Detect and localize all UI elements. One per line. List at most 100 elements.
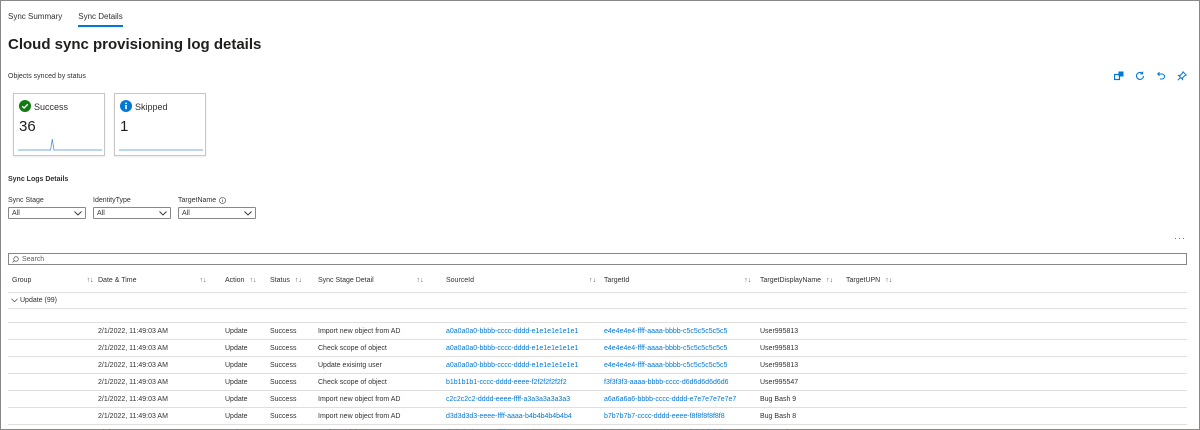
group-toggle[interactable]: Update (99) <box>11 297 57 304</box>
success-tile-label: Success <box>34 102 69 112</box>
cell-action: Update <box>225 328 248 335</box>
filter-bar: Sync Stage All IdentityType All TargetNa… <box>8 197 256 219</box>
cell-target[interactable]: a6a6a6a6-bbbb-cccc-dddd-e7e7e7e7e7e7 <box>604 396 736 403</box>
column-label: TargetUPN <box>846 277 881 284</box>
cell-status: Success <box>270 328 297 335</box>
search-input[interactable]: Search <box>8 253 1187 265</box>
cell-detail: Update exisintg user <box>318 362 382 369</box>
sort-icon[interactable]: ↑↓ <box>295 277 302 284</box>
cell-datetime: 2/1/2022, 11:49:03 AM <box>98 345 168 352</box>
pin-icon[interactable] <box>1176 70 1188 82</box>
table-row[interactable]: 2/1/2022, 11:49:03 AM Update Success Import… <box>8 391 1187 408</box>
cell-target[interactable]: e4e4e4e4-ffff-aaaa-bbbb-c5c5c5c5c5c5 <box>604 328 727 335</box>
cell-status: Success <box>270 345 297 352</box>
cell-status: Success <box>270 379 297 386</box>
filter-identity-type: IdentityType All <box>93 197 171 219</box>
sort-icon[interactable]: ↑↓ <box>200 277 207 284</box>
skipped-sparkline <box>119 149 203 151</box>
success-tile[interactable]: Success 36 <box>13 93 105 156</box>
cell-datetime: 2/1/2022, 11:49:03 AM <box>98 396 168 403</box>
column-label: SourceId <box>446 277 475 284</box>
col-header-date[interactable]: Date & Time ↑↓ <box>98 277 207 284</box>
cell-source[interactable]: b1b1b1b1-cccc-dddd-eeee-f2f2f2f2f2f2 <box>446 379 567 386</box>
share-icon[interactable] <box>1113 70 1125 82</box>
col-header-upn[interactable]: TargetUPN ↑↓ <box>846 277 892 284</box>
tab-bar: Sync Summary Sync Details <box>8 12 123 27</box>
cell-source[interactable]: d3d3d3d3-eeee-ffff-aaaa-b4b4b4b4b4b4 <box>446 413 572 420</box>
cell-action: Update <box>225 362 248 369</box>
identity-type-dropdown[interactable]: All <box>93 207 171 219</box>
cell-datetime: 2/1/2022, 11:49:03 AM <box>98 362 168 369</box>
cell-source[interactable]: a0a0a0a0-bbbb-cccc-dddd-e1e1e1e1e1e1 <box>446 362 578 369</box>
sort-icon[interactable]: ↑↓ <box>885 277 892 284</box>
cell-target[interactable]: e4e4e4e4-ffff-aaaa-bbbb-c5c5c5c5c5c5 <box>604 345 727 352</box>
grid-header: Group ↑↓ Date & Time ↑↓ Action ↑↓ Status ↑↓ … <box>8 270 1187 293</box>
column-label: Status <box>270 277 290 284</box>
info-icon[interactable] <box>219 197 227 204</box>
col-header-group[interactable]: Group ↑↓ <box>12 277 93 284</box>
sort-icon[interactable]: ↑↓ <box>249 277 256 284</box>
sync-stage-dropdown[interactable]: All <box>8 207 86 219</box>
table-row[interactable]: 2/1/2022, 11:49:03 AM Update Success Import… <box>8 408 1187 425</box>
cell-source[interactable]: a0a0a0a0-bbbb-cccc-dddd-e1e1e1e1e1e1 <box>446 345 578 352</box>
cell-action: Update <box>225 413 248 420</box>
tab-sync-details[interactable]: Sync Details <box>78 12 123 27</box>
table-row[interactable]: 2/1/2022, 11:49:03 AM Update Success Check … <box>8 374 1187 391</box>
check-circle-icon <box>19 100 31 114</box>
group-spacer <box>8 309 1187 323</box>
cell-detail: Import new object from AD <box>318 396 401 403</box>
toolbar <box>1113 70 1188 82</box>
col-header-detail[interactable]: Sync Stage Detail ↑↓ <box>318 277 424 284</box>
tab-sync-summary[interactable]: Sync Summary <box>8 12 62 27</box>
group-row: Update (99) <box>8 293 1187 309</box>
col-header-target[interactable]: TargetId ↑↓ <box>604 277 751 284</box>
filter-label: Sync Stage <box>8 197 44 204</box>
chevron-down-icon <box>244 210 252 216</box>
reset-icon[interactable] <box>1155 70 1167 82</box>
sort-icon[interactable]: ↑↓ <box>589 277 596 284</box>
logs-grid: Group ↑↓ Date & Time ↑↓ Action ↑↓ Status ↑↓ … <box>8 270 1187 430</box>
chevron-down-icon <box>74 210 82 216</box>
sort-icon[interactable]: ↑↓ <box>744 277 751 284</box>
more-options-icon[interactable]: ··· <box>1174 233 1186 243</box>
col-header-source[interactable]: SourceId ↑↓ <box>446 277 596 284</box>
cell-datetime: 2/1/2022, 11:49:03 AM <box>98 328 168 335</box>
refresh-icon[interactable] <box>1134 70 1146 82</box>
cell-detail: Import new object from AD <box>318 328 401 335</box>
filter-target-name: TargetName All <box>178 197 256 219</box>
cell-display: User995813 <box>760 362 799 369</box>
col-header-status[interactable]: Status ↑↓ <box>270 277 302 284</box>
success-count: 36 <box>19 118 36 135</box>
skipped-tile[interactable]: Skipped 1 <box>114 93 206 156</box>
col-header-action[interactable]: Action ↑↓ <box>225 277 256 284</box>
col-header-display[interactable]: TargetDisplayName ↑↓ <box>760 277 833 284</box>
target-name-dropdown[interactable]: All <box>178 207 256 219</box>
table-row[interactable]: 2/1/2022, 11:49:03 AM Update Success Import… <box>8 323 1187 340</box>
cell-source[interactable]: a0a0a0a0-bbbb-cccc-dddd-e1e1e1e1e1e1 <box>446 328 578 335</box>
cell-source[interactable]: c2c2c2c2-dddd-eeee-ffff-a3a3a3a3a3a3 <box>446 396 570 403</box>
filter-label: TargetName <box>178 197 217 204</box>
cell-action: Update <box>225 396 248 403</box>
cell-display: User995813 <box>760 345 799 352</box>
chevron-down-icon <box>159 210 167 216</box>
dropdown-value: All <box>182 209 190 217</box>
column-label: TargetId <box>604 277 630 284</box>
cell-target[interactable]: b7b7b7b7-cccc-dddd-eeee-f8f8f8f8f8f8 <box>604 413 725 420</box>
cell-target[interactable]: f3f3f3f3-aaaa-bbbb-cccc-d6d6d6d6d6d6 <box>604 379 729 386</box>
dropdown-value: All <box>12 209 20 217</box>
column-label: Action <box>225 277 245 284</box>
group-label: Update (99) <box>20 297 57 304</box>
cell-target[interactable]: e4e4e4e4-ffff-aaaa-bbbb-c5c5c5c5c5c5 <box>604 362 727 369</box>
sort-icon[interactable]: ↑↓ <box>417 277 424 284</box>
table-row[interactable]: 2/1/2022, 11:49:03 AMUpdateSuccessUpdate… <box>8 357 1187 374</box>
skipped-count: 1 <box>120 118 129 135</box>
column-label: TargetDisplayName <box>760 277 822 284</box>
table-row[interactable]: 2/1/2022, 11:49:03 AM Update Success Check … <box>8 340 1187 357</box>
column-label: Sync Stage Detail <box>318 277 374 284</box>
search-icon <box>12 255 19 263</box>
table-row[interactable]: 2/1/2022, 11:49:03 AMUpdateSuccessUpdate… <box>8 425 1187 430</box>
sort-icon[interactable]: ↑↓ <box>826 277 833 284</box>
sort-icon[interactable]: ↑↓ <box>86 277 93 284</box>
cell-display: User995813 <box>760 328 799 335</box>
cell-status: Success <box>270 396 297 403</box>
